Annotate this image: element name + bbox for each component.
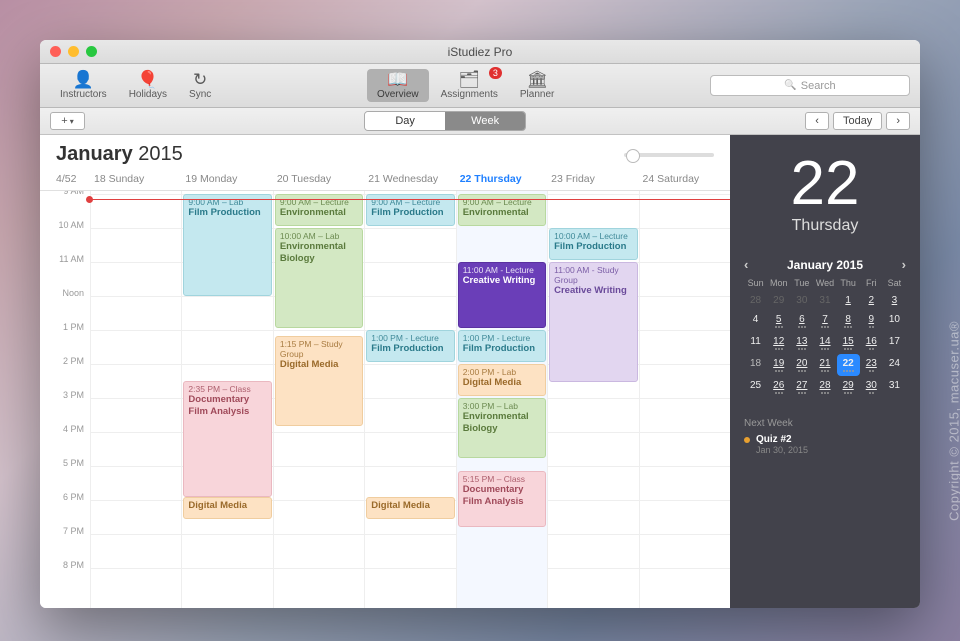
mini-day[interactable]: 2: [860, 291, 883, 310]
time-column: 9 AM10 AM11 AMNoon1 PM2 PM3 PM4 PM5 PM6 …: [40, 191, 90, 608]
mini-day[interactable]: 4: [744, 310, 767, 332]
day-column[interactable]: [639, 191, 730, 608]
event[interactable]: 5:15 PM – ClassDocumentary Film Analysis: [458, 471, 546, 527]
prev-button[interactable]: ‹: [805, 112, 829, 130]
day-column[interactable]: 9:00 AM – LabFilm Production 2:35 PM – Cl…: [181, 191, 272, 608]
mini-day[interactable]: 6: [790, 310, 813, 332]
event[interactable]: 3:00 PM – LabEnvironmental Biology: [458, 398, 546, 458]
mini-day[interactable]: 21: [813, 354, 836, 376]
toolbar: 👤Instructors🎈Holidays↻Sync 📖Overview🗂Ass…: [40, 64, 920, 108]
titlebar: iStudiez Pro: [40, 40, 920, 64]
day-header: 23 Friday: [547, 168, 638, 190]
event[interactable]: 9:00 AM – LabFilm Production: [183, 194, 271, 296]
calendar: January 2015 4/5218 Sunday19 Monday20 Tu…: [40, 135, 730, 608]
mini-day[interactable]: 27: [790, 376, 813, 398]
mini-day[interactable]: 13: [790, 332, 813, 354]
mini-day[interactable]: 7: [813, 310, 836, 332]
mini-day[interactable]: 14: [813, 332, 836, 354]
day-column[interactable]: 9:00 AM – LectureFilm Production1:00 PM …: [364, 191, 455, 608]
event[interactable]: 11:00 AM - Study GroupCreative Writing: [549, 262, 637, 382]
day-header: 18 Sunday: [90, 168, 181, 190]
seg-day[interactable]: Day: [365, 112, 445, 130]
now-indicator: [90, 199, 730, 200]
zoom-slider[interactable]: [624, 153, 714, 157]
sidebar-day: Thursday: [744, 217, 906, 235]
calendar-title: January 2015: [56, 143, 183, 166]
mini-day[interactable]: 5: [767, 310, 790, 332]
day-header: 24 Saturday: [639, 168, 730, 190]
mini-day[interactable]: 24: [883, 354, 906, 376]
view-segment[interactable]: Day Week: [364, 111, 526, 131]
mini-prev[interactable]: ‹: [744, 257, 748, 272]
mini-day[interactable]: 31: [813, 291, 836, 310]
mini-next[interactable]: ›: [902, 257, 906, 272]
mini-day[interactable]: 1: [837, 291, 860, 310]
sidebar-date: 22: [744, 153, 906, 215]
search-input[interactable]: Search: [710, 75, 910, 96]
upcoming: Next Week Quiz #2 Jan 30, 2015: [744, 418, 906, 455]
event[interactable]: Digital Media: [366, 497, 454, 519]
mini-day[interactable]: 31: [883, 376, 906, 398]
mini-day[interactable]: 10: [883, 310, 906, 332]
event[interactable]: 11:00 AM - LectureCreative Writing: [458, 262, 546, 328]
mini-day[interactable]: 12: [767, 332, 790, 354]
event[interactable]: 1:15 PM – Study GroupDigital Media: [275, 336, 363, 426]
today-button[interactable]: Today: [833, 112, 882, 130]
mini-day[interactable]: 16: [860, 332, 883, 354]
mini-day[interactable]: 11: [744, 332, 767, 354]
day-column[interactable]: [90, 191, 181, 608]
mini-day[interactable]: 19: [767, 354, 790, 376]
mini-day[interactable]: 29: [767, 291, 790, 310]
mini-day[interactable]: 28: [744, 291, 767, 310]
window-title: iStudiez Pro: [40, 45, 920, 59]
day-header: 20 Tuesday: [273, 168, 364, 190]
tb-overview[interactable]: 📖Overview: [367, 69, 429, 102]
mini-day[interactable]: 15: [837, 332, 860, 354]
tb-planner[interactable]: 🏛Planner: [510, 69, 564, 102]
watermark: Copyright © 2015, macuser.ua®: [947, 321, 960, 521]
day-column[interactable]: 10:00 AM – LectureFilm Production11:00 A…: [547, 191, 638, 608]
event[interactable]: 1:00 PM - LectureFilm Production: [458, 330, 546, 362]
seg-week[interactable]: Week: [445, 112, 525, 130]
day-column[interactable]: 9:00 AM – LectureEnvironmental11:00 AM -…: [456, 191, 547, 608]
day-header: 19 Monday: [181, 168, 272, 190]
mini-day[interactable]: 3: [883, 291, 906, 310]
mini-day[interactable]: 25: [744, 376, 767, 398]
mini-calendar: ‹ January 2015 › SunMonTueWedThuFriSat28…: [744, 257, 906, 398]
event[interactable]: Digital Media: [183, 497, 271, 519]
upcoming-item[interactable]: Quiz #2 Jan 30, 2015: [744, 434, 906, 455]
day-column[interactable]: 9:00 AM – LectureEnvironmental10:00 AM –…: [273, 191, 364, 608]
subbar: +▾ Day Week ‹ Today ›: [40, 108, 920, 135]
mini-day[interactable]: 23: [860, 354, 883, 376]
event[interactable]: 2:00 PM - LabDigital Media: [458, 364, 546, 396]
sidebar: 22 Thursday ‹ January 2015 › SunMonTueWe…: [730, 135, 920, 608]
mini-day[interactable]: 20: [790, 354, 813, 376]
day-header: 21 Wednesday: [364, 168, 455, 190]
mini-day[interactable]: 28: [813, 376, 836, 398]
event[interactable]: 2:35 PM – ClassDocumentary Film Analysis: [183, 381, 271, 497]
event[interactable]: 1:00 PM - LectureFilm Production: [366, 330, 454, 362]
tb-assignments[interactable]: 🗂Assignments3: [431, 69, 508, 102]
next-button[interactable]: ›: [886, 112, 910, 130]
tb-instructors[interactable]: 👤Instructors: [50, 69, 117, 102]
app-window: iStudiez Pro 👤Instructors🎈Holidays↻Sync …: [40, 40, 920, 608]
mini-day[interactable]: 30: [860, 376, 883, 398]
event[interactable]: 10:00 AM – LabEnvironmental Biology: [275, 228, 363, 328]
mini-day[interactable]: 8: [837, 310, 860, 332]
upcoming-header: Next Week: [744, 418, 906, 429]
mini-day[interactable]: 30: [790, 291, 813, 310]
tb-sync[interactable]: ↻Sync: [179, 69, 221, 102]
mini-title: January 2015: [787, 258, 863, 272]
mini-day[interactable]: 29: [837, 376, 860, 398]
mini-day[interactable]: 17: [883, 332, 906, 354]
mini-day[interactable]: 9: [860, 310, 883, 332]
week-number: 4/52: [40, 168, 90, 190]
mini-day[interactable]: 18: [744, 354, 767, 376]
day-header: 22 Thursday: [456, 168, 547, 190]
event[interactable]: 10:00 AM – LectureFilm Production: [549, 228, 637, 260]
tb-holidays[interactable]: 🎈Holidays: [119, 69, 177, 102]
mini-day[interactable]: 22: [837, 354, 860, 376]
add-button[interactable]: +▾: [50, 112, 85, 130]
mini-day[interactable]: 26: [767, 376, 790, 398]
